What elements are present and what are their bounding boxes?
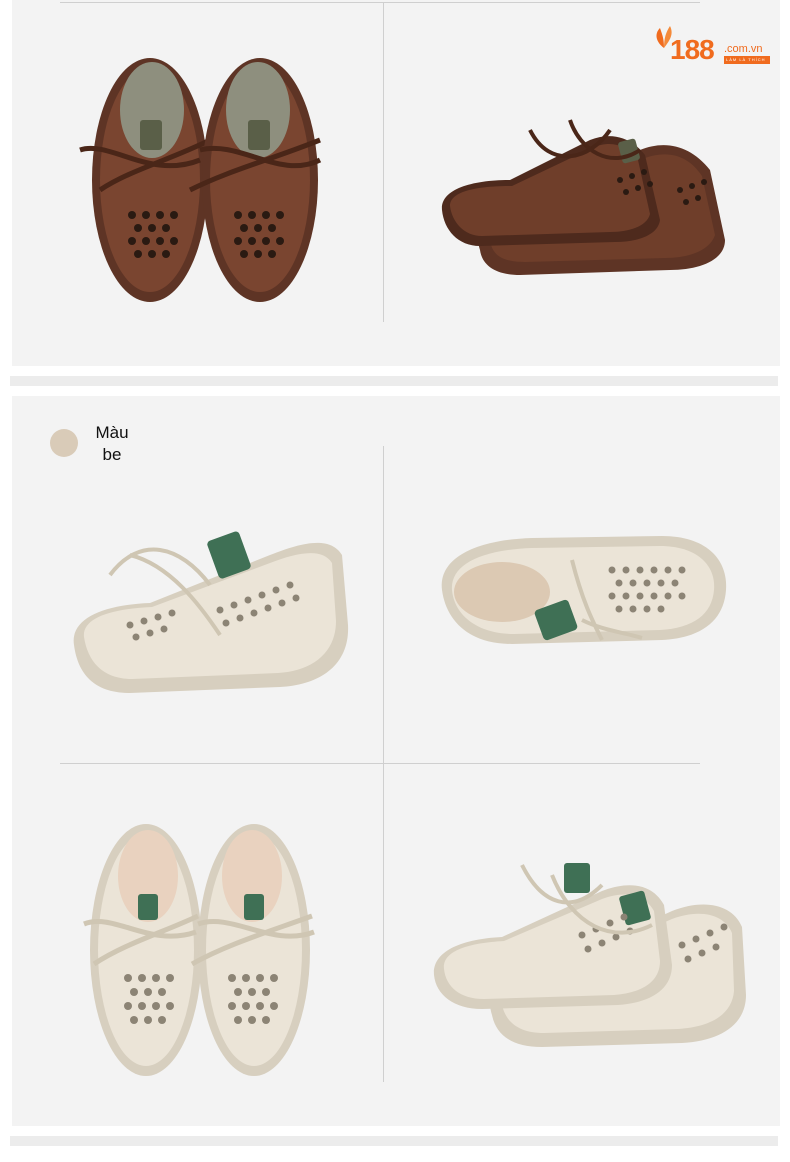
- section-separator-2: [10, 1136, 778, 1146]
- logo-tagline: LÀM LÀ THÍCH: [726, 57, 766, 62]
- grid-line-top-horizontal: [60, 2, 700, 3]
- logo-domain: .com.vn: [724, 43, 763, 55]
- beige-shoes-side-view-image: [433, 863, 746, 1047]
- brand-logo: 188 .com.vn LÀM LÀ THÍCH: [652, 20, 774, 72]
- color-variant-label: Màu be: [95, 423, 129, 464]
- logo-number: 188: [670, 34, 715, 65]
- grid-line-beige-horizontal: [60, 763, 700, 764]
- color-swatch: [50, 429, 78, 457]
- brown-shoes-side-view-image: [441, 119, 725, 275]
- beige-shoe-laid-view-image: [441, 536, 727, 644]
- grid-line-top-vertical: [383, 2, 384, 322]
- beige-shoes-top-view-image: [83, 824, 315, 1076]
- section-separator-1: [10, 376, 778, 386]
- beige-shoe-side-view-image: [73, 531, 349, 693]
- brown-shoes-top-view-image: [79, 58, 322, 302]
- grid-line-beige-vertical: [383, 446, 384, 1082]
